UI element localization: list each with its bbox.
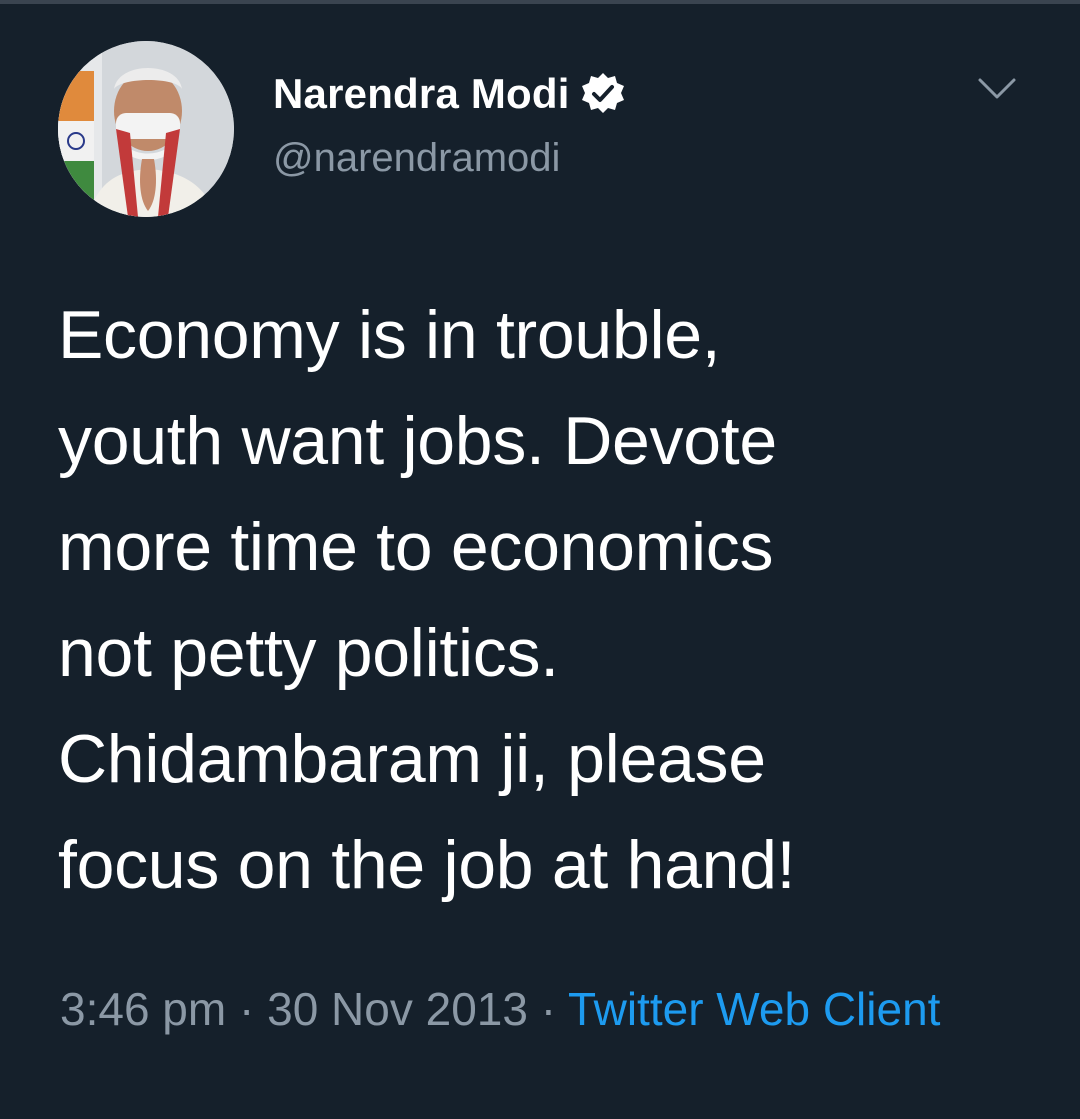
tweet: Narendra Modi @narendramodi Economy is i… bbox=[0, 0, 1080, 1119]
tweet-time[interactable]: 3:46 pm bbox=[60, 983, 226, 1035]
tweet-header: Narendra Modi @narendramodi bbox=[273, 66, 626, 181]
tweet-text: Economy is in trouble, youth want jobs. … bbox=[58, 282, 1018, 918]
chevron-down-icon[interactable] bbox=[972, 70, 1022, 110]
meta-separator: · bbox=[540, 983, 557, 1035]
meta-separator: · bbox=[239, 983, 255, 1035]
tweet-text-line: not petty politics. bbox=[58, 615, 559, 691]
author-row: Narendra Modi bbox=[273, 66, 626, 122]
tweet-meta: 3:46 pm · 30 Nov 2013 · Twitter Web Clie… bbox=[60, 976, 1020, 1042]
author-name[interactable]: Narendra Modi bbox=[273, 70, 570, 118]
tweet-text-line: Chidambaram ji, please bbox=[58, 721, 766, 797]
avatar-image bbox=[58, 41, 234, 217]
verified-badge-icon bbox=[580, 71, 626, 117]
tweet-text-line: youth want jobs. Devote bbox=[58, 403, 777, 479]
tweet-text-line: Economy is in trouble, bbox=[58, 297, 721, 373]
avatar[interactable] bbox=[58, 41, 234, 217]
tweet-text-line: more time to economics bbox=[58, 509, 774, 585]
author-handle[interactable]: @narendramodi bbox=[273, 136, 626, 181]
tweet-date[interactable]: 30 Nov 2013 bbox=[267, 983, 528, 1035]
tweet-source-link[interactable]: Twitter Web Client bbox=[568, 983, 940, 1035]
tweet-text-line: focus on the job at hand! bbox=[58, 827, 796, 903]
